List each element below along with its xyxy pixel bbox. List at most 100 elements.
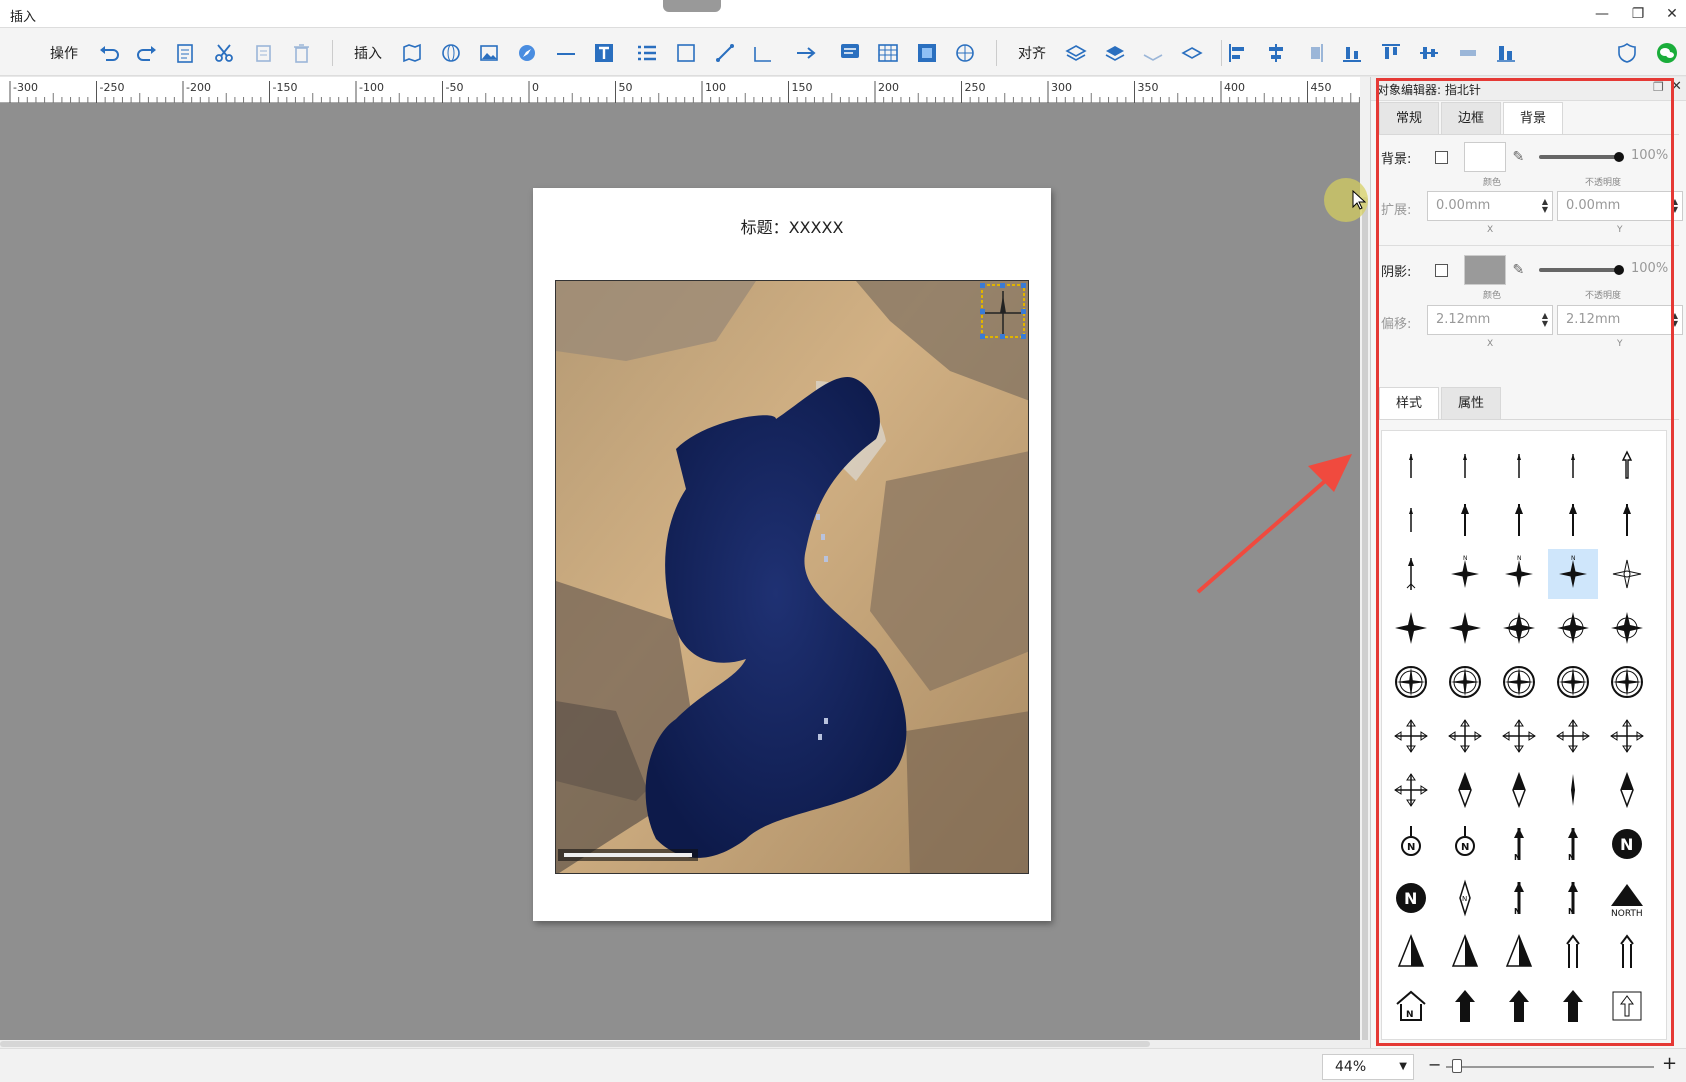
layer-bottom-icon[interactable] bbox=[1181, 40, 1203, 66]
vertical-scroll-thumb[interactable] bbox=[1362, 197, 1368, 1057]
minimize-icon[interactable]: — bbox=[1592, 4, 1612, 24]
north-arrow-style-10[interactable] bbox=[1602, 495, 1652, 545]
north-arrow-style-19[interactable] bbox=[1548, 603, 1598, 653]
print-page[interactable]: 标题：XXXXX bbox=[533, 188, 1051, 921]
zoom-in-button[interactable]: + bbox=[1662, 1053, 1677, 1074]
north-arrow-style-13[interactable]: N bbox=[1494, 549, 1544, 599]
frame-icon[interactable] bbox=[916, 40, 938, 66]
north-arrow-style-4[interactable] bbox=[1548, 441, 1598, 491]
north-arrow-style-54[interactable] bbox=[1548, 981, 1598, 1031]
background-opacity-slider[interactable] bbox=[1539, 155, 1619, 159]
layer-top-icon[interactable] bbox=[1142, 40, 1164, 66]
north-arrow-style-26[interactable] bbox=[1386, 711, 1436, 761]
north-arrow-style-3[interactable] bbox=[1494, 441, 1544, 491]
north-arrow-style-51[interactable]: N bbox=[1386, 981, 1436, 1031]
north-arrow-style-50[interactable] bbox=[1602, 927, 1652, 977]
callout-icon[interactable] bbox=[839, 40, 861, 66]
globe-icon[interactable] bbox=[440, 40, 462, 66]
north-arrow-style-55[interactable] bbox=[1602, 981, 1652, 1031]
eyedropper-icon[interactable]: ✎ bbox=[1508, 142, 1528, 172]
north-arrow-style-5[interactable] bbox=[1602, 441, 1652, 491]
copy-icon[interactable] bbox=[252, 40, 274, 66]
north-arrow-style-24[interactable] bbox=[1548, 657, 1598, 707]
north-arrow-style-46[interactable] bbox=[1386, 927, 1436, 977]
tab-background[interactable]: 背景 bbox=[1503, 102, 1564, 134]
north-arrow-style-33[interactable] bbox=[1494, 765, 1544, 815]
legend-icon[interactable] bbox=[636, 40, 658, 66]
spinner-icon[interactable]: ▲ ▼ bbox=[1542, 312, 1548, 328]
offset-x-input[interactable]: 2.12mm ▲ ▼ bbox=[1427, 305, 1553, 335]
wechat-icon[interactable] bbox=[1656, 40, 1678, 66]
north-arrow-style-21[interactable] bbox=[1386, 657, 1436, 707]
north-arrow-style-57[interactable] bbox=[1440, 1035, 1490, 1039]
satellite-map[interactable] bbox=[555, 280, 1029, 874]
float-panel-icon[interactable]: ❐ bbox=[1653, 80, 1664, 94]
background-opacity-knob[interactable] bbox=[1614, 152, 1624, 162]
align-bottom-icon[interactable] bbox=[1341, 40, 1363, 66]
north-arrow-style-8[interactable] bbox=[1494, 495, 1544, 545]
north-arrow-style-18[interactable] bbox=[1494, 603, 1544, 653]
north-arrow-style-53[interactable] bbox=[1494, 981, 1544, 1031]
north-arrow-style-22[interactable] bbox=[1440, 657, 1490, 707]
shadow-opacity-knob[interactable] bbox=[1614, 265, 1624, 275]
polyline-icon[interactable] bbox=[752, 40, 774, 66]
vertical-scrollbar[interactable] bbox=[1360, 77, 1370, 1057]
extend-x-input[interactable]: 0.00mm ▲ ▼ bbox=[1427, 191, 1553, 221]
distribute-icon[interactable] bbox=[1457, 40, 1479, 66]
north-arrow-style-42[interactable]: N bbox=[1440, 873, 1490, 923]
north-arrow-style-36[interactable]: N bbox=[1386, 819, 1436, 869]
align-middle-icon[interactable] bbox=[1418, 40, 1440, 66]
north-arrow-style-20[interactable] bbox=[1602, 603, 1652, 653]
spinner-icon[interactable]: ▲ ▼ bbox=[1542, 198, 1548, 214]
north-arrow-style-15[interactable] bbox=[1602, 549, 1652, 599]
horizontal-scroll-thumb[interactable] bbox=[0, 1041, 1150, 1047]
offset-y-input[interactable]: 2.12mm ▲ ▼ bbox=[1557, 305, 1683, 335]
north-arrow-style-14[interactable]: N bbox=[1548, 549, 1598, 599]
north-arrow-style-2[interactable] bbox=[1440, 441, 1490, 491]
north-arrow-style-27[interactable] bbox=[1440, 711, 1490, 761]
shadow-opacity-slider[interactable] bbox=[1539, 268, 1619, 272]
north-arrow-style-7[interactable] bbox=[1440, 495, 1490, 545]
close-panel-icon[interactable]: ✕ bbox=[1671, 79, 1682, 94]
shield-icon[interactable] bbox=[1616, 40, 1638, 66]
cut-icon[interactable] bbox=[213, 40, 235, 66]
north-arrow-style-37[interactable]: N bbox=[1440, 819, 1490, 869]
north-arrow-style-1[interactable] bbox=[1386, 441, 1436, 491]
restore-icon[interactable]: ❐ bbox=[1628, 4, 1648, 24]
north-arrow-style-23[interactable] bbox=[1494, 657, 1544, 707]
zoom-slider[interactable] bbox=[1446, 1066, 1654, 1068]
north-arrow-style-29[interactable] bbox=[1548, 711, 1598, 761]
map-icon[interactable] bbox=[401, 40, 423, 66]
north-arrow-style-25[interactable] bbox=[1602, 657, 1652, 707]
north-arrow-style-47[interactable] bbox=[1440, 927, 1490, 977]
close-icon[interactable]: ✕ bbox=[1662, 4, 1682, 24]
north-arrow-style-34[interactable] bbox=[1548, 765, 1598, 815]
north-arrow-style-31[interactable] bbox=[1386, 765, 1436, 815]
shadow-color-swatch[interactable] bbox=[1464, 255, 1507, 285]
align-left-icon[interactable] bbox=[1227, 40, 1249, 66]
tab-style[interactable]: 样式 bbox=[1379, 387, 1440, 419]
north-arrow-style-49[interactable] bbox=[1548, 927, 1598, 977]
shadow-checkbox[interactable] bbox=[1435, 263, 1449, 277]
tab-properties[interactable]: 属性 bbox=[1441, 387, 1502, 419]
compass-icon[interactable] bbox=[516, 40, 538, 66]
layer-up-icon[interactable] bbox=[1065, 40, 1087, 66]
table-icon[interactable] bbox=[877, 40, 899, 66]
line-icon[interactable] bbox=[714, 40, 736, 66]
paste-icon[interactable] bbox=[174, 40, 196, 66]
eyedropper-icon[interactable]: ✎ bbox=[1508, 255, 1528, 285]
page-title[interactable]: 标题：XXXXX bbox=[533, 214, 1051, 238]
undo-icon[interactable] bbox=[98, 40, 120, 66]
north-arrow-style-40[interactable]: N bbox=[1602, 819, 1652, 869]
north-arrow-style-59[interactable] bbox=[1548, 1035, 1598, 1039]
north-arrow-style-45[interactable]: NORTH bbox=[1602, 873, 1652, 923]
tab-general[interactable]: 常规 bbox=[1379, 102, 1440, 134]
background-checkbox[interactable] bbox=[1435, 150, 1449, 164]
north-arrow-style-52[interactable] bbox=[1440, 981, 1490, 1031]
align-top-icon[interactable] bbox=[1380, 40, 1402, 66]
image-icon[interactable] bbox=[478, 40, 500, 66]
north-arrow-style-48[interactable] bbox=[1494, 927, 1544, 977]
scalebar-icon[interactable] bbox=[555, 40, 577, 66]
align-center-icon[interactable] bbox=[1265, 40, 1287, 66]
north-arrow-style-58[interactable] bbox=[1494, 1035, 1544, 1039]
